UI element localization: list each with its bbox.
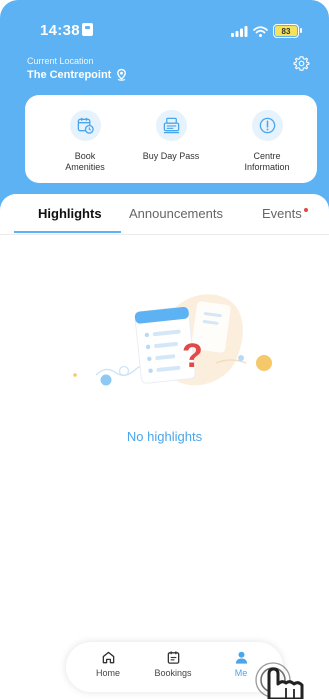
nav-home[interactable]: Home xyxy=(88,650,128,678)
sim-card-icon xyxy=(82,23,93,36)
empty-state-message: No highlights xyxy=(126,429,203,444)
book-amenities-button[interactable]: Book Amenities xyxy=(47,95,123,183)
tab-highlights[interactable]: Highlights xyxy=(38,206,102,221)
centre-information-label: Centre Information xyxy=(244,151,290,172)
battery-icon: 83 xyxy=(273,24,302,38)
status-bar: 14:38 83 xyxy=(0,12,329,42)
info-icon xyxy=(251,110,283,141)
signal-icon xyxy=(231,25,248,37)
nav-bookings-label: Bookings xyxy=(154,668,192,678)
settings-button[interactable] xyxy=(293,55,310,77)
wifi-icon xyxy=(253,25,268,37)
book-amenities-label: Book Amenities xyxy=(65,151,105,172)
location-pin-icon xyxy=(117,68,127,81)
svg-text:?: ? xyxy=(182,337,203,375)
header: 14:38 83 Current Location The Centrepoin… xyxy=(0,0,329,226)
home-icon xyxy=(102,651,114,664)
calendar-clock-icon xyxy=(69,110,101,141)
location-caption: Current Location xyxy=(27,56,94,66)
tap-gesture-icon xyxy=(255,662,304,699)
events-notification-dot xyxy=(304,208,308,212)
quick-actions-card: Book Amenities Buy Day Pass Centre Infor… xyxy=(25,95,317,183)
gear-icon xyxy=(293,56,310,71)
status-time: 14:38 xyxy=(40,22,80,39)
tab-announcements[interactable]: Announcements xyxy=(129,206,223,221)
tab-events[interactable]: Events xyxy=(262,206,302,221)
app-screen: 14:38 83 Current Location The Centrepoin… xyxy=(0,0,329,699)
ticket-icon xyxy=(155,110,187,141)
content-sheet: Highlights Announcements Events xyxy=(0,194,329,699)
empty-highlights-illustration: ? xyxy=(73,294,272,386)
location-selector[interactable]: The Centrepoint xyxy=(27,68,128,81)
location-name: The Centrepoint xyxy=(27,68,112,81)
bookings-icon xyxy=(167,651,179,664)
battery-level: 83 xyxy=(275,26,297,36)
status-indicators: 83 xyxy=(231,24,302,38)
active-tab-indicator xyxy=(14,231,121,233)
nav-home-label: Home xyxy=(95,668,120,678)
centre-information-button[interactable]: Centre Information xyxy=(229,95,305,183)
buy-day-pass-label: Buy Day Pass xyxy=(142,151,200,161)
tab-bar: Highlights Announcements Events xyxy=(0,194,329,235)
nav-bookings[interactable]: Bookings xyxy=(150,650,196,678)
buy-day-pass-button[interactable]: Buy Day Pass xyxy=(133,95,209,183)
